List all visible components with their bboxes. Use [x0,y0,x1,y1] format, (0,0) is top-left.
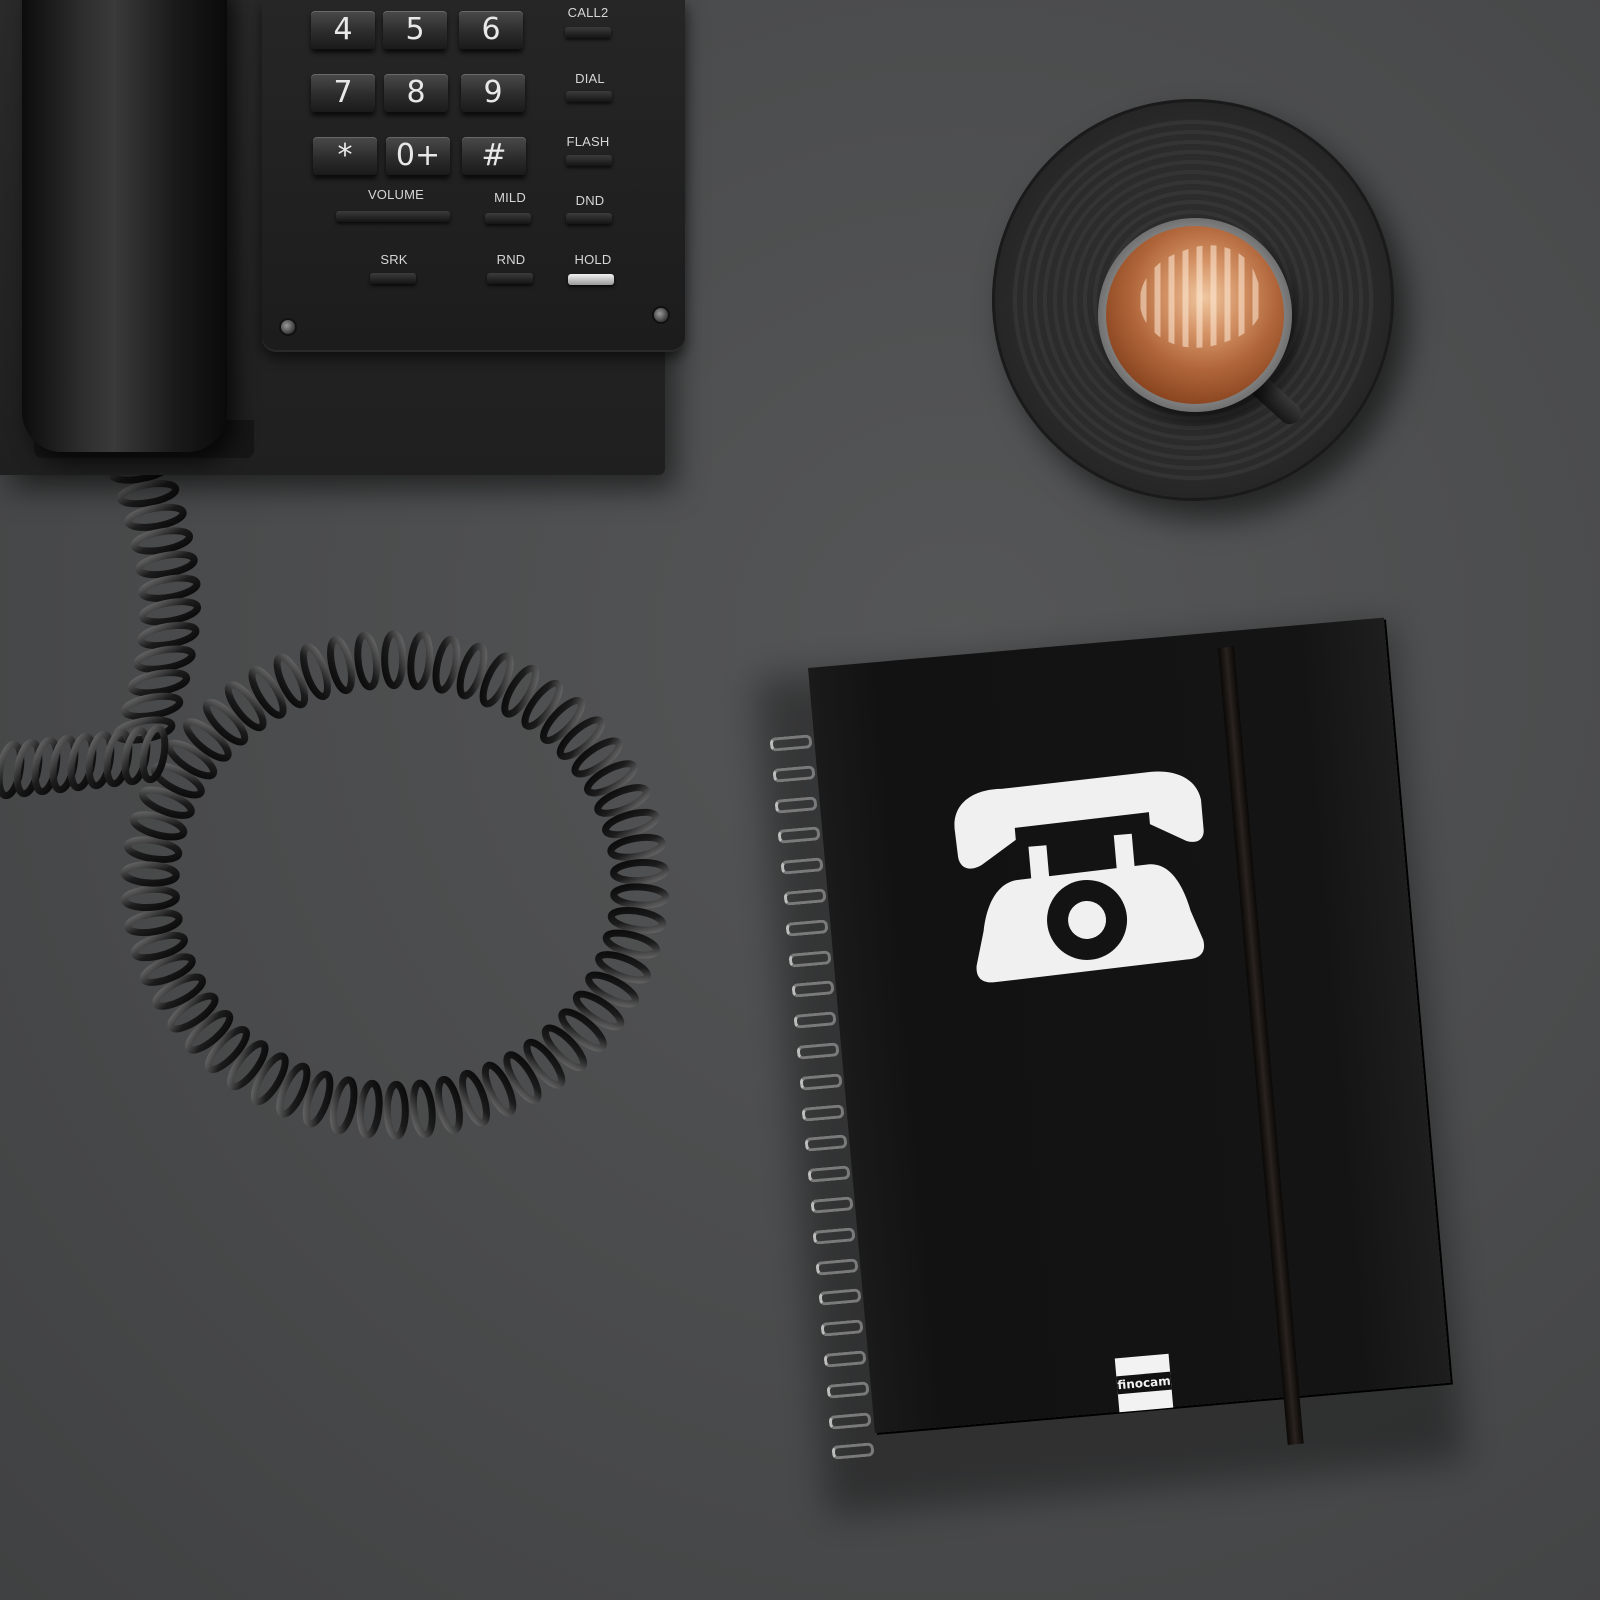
cord-coil [409,1079,436,1139]
cord-coil [248,666,287,719]
cord-coil [354,631,381,691]
cord-coil [120,861,180,887]
srk-button[interactable] [370,273,416,284]
screw [654,308,668,322]
key-5[interactable]: 5 [383,11,447,49]
cord-coil [540,697,585,744]
call2-button[interactable] [565,27,611,38]
cord-coil [432,635,461,694]
rnd-button[interactable] [487,273,533,284]
hold-button[interactable] [568,274,614,285]
dial-button[interactable] [566,91,612,102]
cord-coil [123,836,183,864]
cord-coil [202,698,249,746]
cord-coil [205,1026,250,1073]
cord-coil [329,1076,358,1135]
cord-coil [356,1079,383,1139]
volume-label: VOLUME [367,187,425,202]
cord-coil [523,1038,566,1089]
cord-coil [407,631,434,691]
cord-coil [383,1080,409,1140]
cord-coil [521,679,563,730]
cord-coil [120,885,180,912]
cord-coil [133,645,196,673]
cord-coil [503,1051,542,1104]
cord-coil [120,692,184,720]
flash-label: FLASH [566,134,610,149]
key-7[interactable]: 7 [311,74,375,112]
flash-button[interactable] [566,155,612,166]
cord-coil [541,1024,588,1072]
cord-coil [610,883,670,909]
cord-coil [227,1040,269,1091]
phone-handset[interactable] [22,0,227,452]
key-4[interactable]: 4 [311,11,375,49]
key-hash[interactable]: # [462,137,526,175]
telephone-icon [954,771,1204,983]
dnd-label: DND [575,193,605,208]
call2-label: CALL2 [567,5,609,20]
cord-coil [381,630,407,690]
key-9[interactable]: 9 [461,74,525,112]
cord-coil [130,527,194,555]
cord-coil [607,906,667,934]
dnd-button[interactable] [566,213,612,224]
brand-logo: finocam [1114,1353,1174,1413]
cord-coil [137,621,200,650]
dial-label: DIAL [575,71,605,86]
brand-name: finocam [1116,1373,1172,1393]
key-8[interactable]: 8 [384,74,448,112]
cord-coil [124,503,187,531]
srk-label: SRK [380,252,408,267]
key-star[interactable]: * [313,137,377,175]
cord-coil [610,858,670,885]
keypad-panel [262,0,685,352]
hold-label: HOLD [574,252,612,267]
cord-coil [224,681,267,732]
cord-coil [127,669,191,697]
notebook[interactable] [808,617,1451,1434]
cord-coil [135,550,198,579]
cord-coil [138,574,201,602]
cord-coil [138,598,202,626]
mild-button[interactable] [485,213,531,224]
cord-coil [116,480,180,508]
screw [281,320,295,334]
scene: 4 5 6 7 8 9 * 0+ # CALL2 DIAL FLASH VOLU… [0,0,1600,1600]
volume-button[interactable] [336,211,450,222]
key-0-plus[interactable]: 0+ [386,137,450,175]
key-6[interactable]: 6 [459,11,523,49]
